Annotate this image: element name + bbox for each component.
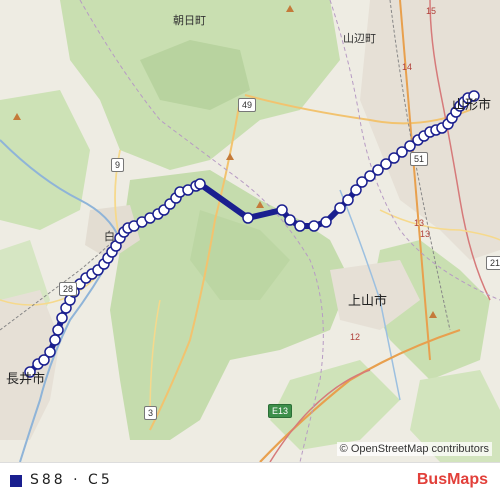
busmaps-logo[interactable]: BusMaps: [417, 471, 488, 489]
bus-stop-marker[interactable]: [44, 346, 56, 358]
bus-stop-marker[interactable]: [194, 178, 206, 190]
road-shield-51: 51: [410, 152, 429, 166]
place-asahi: 朝日町: [173, 14, 206, 27]
legend-swatch: [10, 475, 22, 487]
bus-stop-marker[interactable]: [276, 204, 288, 216]
legend-bar: S88 · C5 BusMaps: [0, 462, 500, 501]
road-shield-3: 3: [144, 406, 158, 420]
bus-stop-marker[interactable]: [294, 220, 306, 232]
place-yamagata: 山形市: [452, 98, 492, 113]
map-canvas[interactable]: 朝日町 山辺町 山形市 上山市 長井市 白 49 9 51 13 13 21 1…: [0, 0, 500, 462]
bus-stop-marker[interactable]: [308, 220, 320, 232]
road-num-13b: 13: [420, 229, 431, 239]
route-stops: [24, 90, 480, 378]
route-line: [27, 93, 477, 375]
bus-stop-marker[interactable]: [284, 214, 296, 226]
place-yamabe: 山辺町: [343, 32, 376, 45]
legend-route-label: S88 · C5: [30, 472, 113, 488]
place-shiro: 白: [104, 230, 115, 243]
road-shield-e13: E13: [268, 404, 293, 418]
road-num-14: 14: [402, 62, 413, 72]
bus-stop-marker[interactable]: [342, 194, 354, 206]
road-num-12: 12: [350, 332, 361, 342]
bus-stop-marker[interactable]: [242, 212, 254, 224]
map-attribution[interactable]: © OpenStreetMap contributors: [336, 442, 492, 456]
bus-stop-marker[interactable]: [49, 334, 61, 346]
brand-part-1: Bus: [416, 471, 448, 488]
road-shield-21: 21: [486, 256, 500, 270]
bus-stop-marker[interactable]: [334, 202, 346, 214]
bus-stop-marker[interactable]: [320, 216, 332, 228]
road-shield-49: 49: [238, 98, 257, 112]
brand-part-2: Maps: [447, 471, 488, 488]
place-nagai: 長井市: [6, 372, 46, 387]
place-kaminoyama: 上山市: [348, 294, 388, 309]
bus-stop-marker[interactable]: [52, 324, 64, 336]
bus-stop-marker[interactable]: [56, 312, 68, 324]
road-shield-9: 9: [111, 158, 125, 172]
road-num-15: 15: [426, 6, 437, 16]
road-shield-28: 28: [59, 282, 78, 296]
road-num-13a: 13: [414, 218, 425, 228]
